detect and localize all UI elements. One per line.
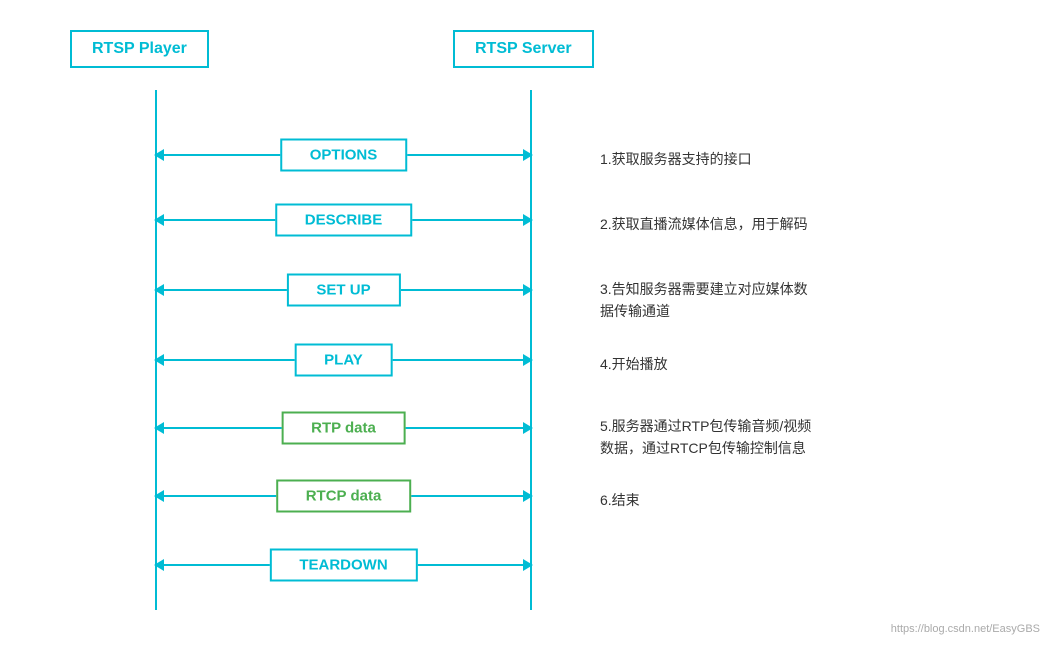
msg-row-rtcp: RTCP data <box>155 474 532 518</box>
player-label: RTSP Player <box>92 40 187 57</box>
msg-box-play: PLAY <box>294 344 393 377</box>
annotation-options: 1.获取服务器支持的接口 <box>600 148 752 170</box>
msg-row-options: OPTIONS <box>155 133 532 177</box>
msg-row-rtp: RTP data <box>155 406 532 450</box>
msg-row-play: PLAY <box>155 338 532 382</box>
entity-server: RTSP Server <box>453 30 594 68</box>
msg-box-teardown: TEARDOWN <box>269 549 417 582</box>
msg-box-options: OPTIONS <box>280 139 408 172</box>
annotation-play: 4.开始播放 <box>600 353 668 375</box>
msg-row-describe: DESCRIBE <box>155 198 532 242</box>
annotation-rtp: 5.服务器通过RTP包传输音频/视频 数据，通过RTCP包传输控制信息 <box>600 415 811 460</box>
annotation-rtcp: 6.结束 <box>600 489 640 511</box>
annotation-describe: 2.获取直播流媒体信息，用于解码 <box>600 213 808 235</box>
diagram-container: RTSP Player RTSP Server https://blog.csd… <box>0 0 1060 650</box>
watermark: https://blog.csdn.net/EasyGBS <box>891 623 1040 635</box>
msg-box-rtp: RTP data <box>281 412 406 445</box>
msg-box-setup: SET UP <box>286 274 400 307</box>
msg-box-rtcp: RTCP data <box>276 480 412 513</box>
msg-row-teardown: TEARDOWN <box>155 543 532 587</box>
msg-row-setup: SET UP <box>155 268 532 312</box>
entity-player: RTSP Player <box>70 30 209 68</box>
annotation-setup: 3.告知服务器需要建立对应媒体数 据传输通道 <box>600 278 808 323</box>
server-label: RTSP Server <box>475 40 572 57</box>
msg-box-describe: DESCRIBE <box>275 204 413 237</box>
